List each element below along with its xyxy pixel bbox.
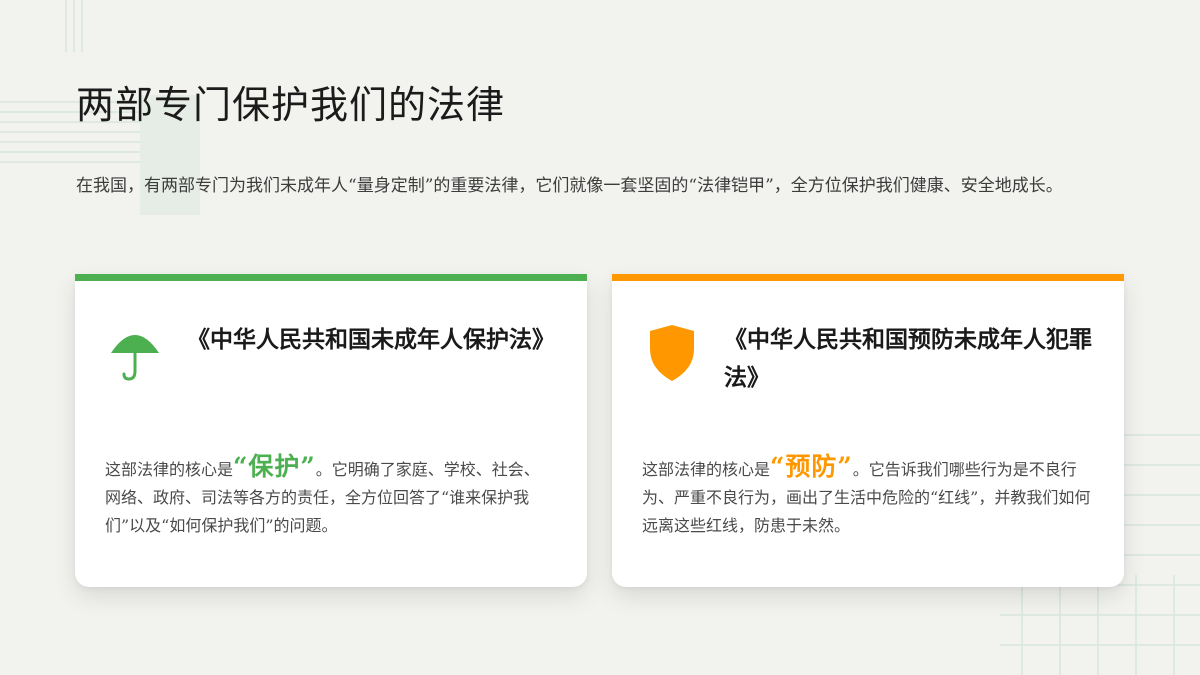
card-body-prefix: 这部法律的核心是: [105, 460, 234, 479]
highlight-keyword: “保护”: [233, 452, 316, 481]
card-description: 这部法律的核心是“保护”。它明确了家庭、学校、社会、网络、政府、司法等各方的责任…: [105, 453, 555, 540]
law-card-prevention: 《中华人民共和国预防未成年人犯罪法》 这部法律的核心是“预防”。它告诉我们哪些行…: [612, 274, 1124, 587]
background-grid-decoration: [0, 0, 200, 215]
highlight-keyword: “预防”: [770, 452, 853, 481]
card-description: 这部法律的核心是“预防”。它告诉我们哪些行为是不良行为、严重不良行为，画出了生活…: [642, 453, 1092, 540]
intro-paragraph: 在我国，有两部专门为我们未成年人“量身定制”的重要法律，它们就像一套坚固的“法律…: [76, 176, 1063, 196]
card-title: 《中华人民共和国未成年人保护法》: [187, 326, 555, 353]
page-title: 两部专门保护我们的法律: [76, 83, 506, 127]
umbrella-icon: [111, 335, 159, 381]
law-card-protection: 《中华人民共和国未成年人保护法》 这部法律的核心是“保护”。它明确了家庭、学校、…: [75, 274, 587, 587]
shield-icon: [650, 325, 694, 381]
card-body-prefix: 这部法律的核心是: [642, 460, 771, 479]
card-title: 《中华人民共和国预防未成年人犯罪法》: [724, 326, 1092, 391]
